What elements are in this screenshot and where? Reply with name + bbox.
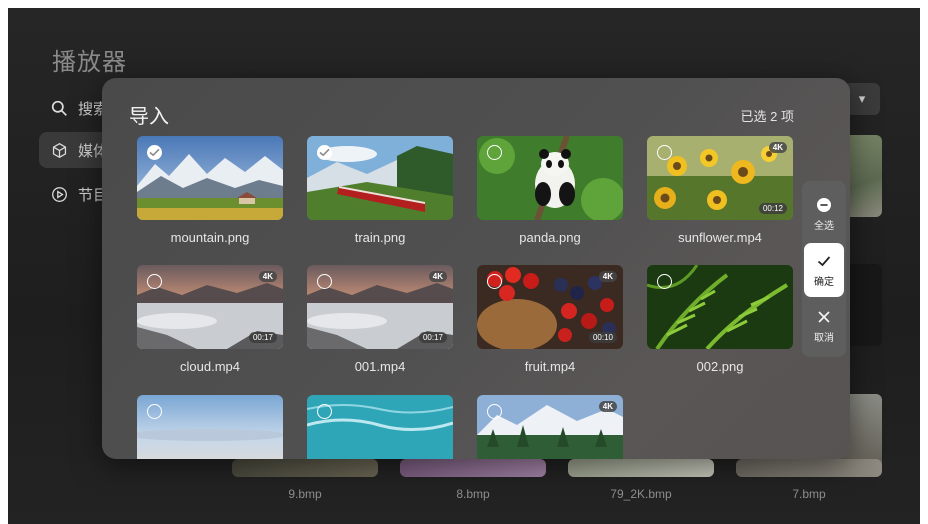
media-tile[interactable]: 4K bbox=[477, 395, 623, 459]
media-filename: 002.png bbox=[696, 359, 744, 374]
media-thumbnail: 4K 00:17 bbox=[137, 265, 283, 349]
media-tile-cloud[interactable]: 4K 00:17 cloud.mp4 bbox=[137, 265, 283, 374]
selection-checkbox[interactable] bbox=[657, 274, 672, 289]
media-filename: train.png bbox=[354, 230, 406, 245]
selection-checkbox[interactable] bbox=[147, 145, 162, 160]
video-duration: 00:17 bbox=[418, 332, 447, 343]
media-filename: 001.mp4 bbox=[354, 359, 406, 374]
resolution-badge: 4K bbox=[258, 271, 277, 282]
background-item-label: 7.bmp bbox=[792, 487, 826, 501]
media-thumbnail bbox=[137, 136, 283, 220]
resolution-badge: 4K bbox=[768, 142, 787, 153]
background-item-label: 79_2K.bmp bbox=[610, 487, 672, 501]
selection-checkbox[interactable] bbox=[317, 404, 332, 419]
media-thumbnail bbox=[477, 136, 623, 220]
selection-checkbox[interactable] bbox=[487, 404, 502, 419]
selection-checkbox[interactable] bbox=[657, 145, 672, 160]
media-tile-sunflower[interactable]: 4K 00:12 sunflower.mp4 bbox=[647, 136, 793, 245]
background-thumbnail bbox=[232, 459, 378, 477]
selection-checkbox[interactable] bbox=[487, 145, 502, 160]
cube-icon bbox=[52, 142, 67, 158]
selection-checkbox[interactable] bbox=[147, 404, 162, 419]
background-item-label: 9.bmp bbox=[288, 487, 322, 501]
resolution-badge: 4K bbox=[598, 271, 617, 282]
selected-count: 已选 2 项 bbox=[740, 109, 794, 124]
media-filename: panda.png bbox=[519, 230, 581, 245]
chevron-down-icon: ▾ bbox=[858, 91, 866, 106]
confirm-button[interactable]: 确定 bbox=[804, 243, 844, 297]
media-filename: mountain.png bbox=[170, 230, 250, 245]
media-thumbnail bbox=[307, 136, 453, 220]
media-tile[interactable] bbox=[137, 395, 283, 459]
select-all-label: 全选 bbox=[814, 220, 834, 232]
media-tile-002[interactable]: 002.png bbox=[647, 265, 793, 374]
media-tile-mountain[interactable]: mountain.png bbox=[137, 136, 283, 245]
search-icon bbox=[51, 100, 67, 116]
play-circle-icon bbox=[52, 186, 67, 202]
app-title: 播放器 bbox=[52, 49, 127, 76]
player-screen: 播放器 搜索 媒体 节目 ▾ 9.bmp 8.bmp 79_2K.bmp 7.b… bbox=[8, 8, 920, 524]
media-thumbnail: 4K 00:12 bbox=[647, 136, 793, 220]
resolution-badge: 4K bbox=[598, 401, 617, 412]
media-tile-train[interactable]: train.png bbox=[307, 136, 453, 245]
media-tile-001[interactable]: 4K 00:17 001.mp4 bbox=[307, 265, 453, 374]
media-filename: fruit.mp4 bbox=[524, 359, 576, 374]
check-icon bbox=[817, 255, 831, 266]
media-thumbnail bbox=[647, 265, 793, 349]
background-thumbnail bbox=[736, 459, 882, 477]
selection-checkbox[interactable] bbox=[317, 274, 332, 289]
action-bar: 全选 确定 取消 bbox=[802, 181, 846, 357]
confirm-label: 确定 bbox=[814, 276, 834, 288]
cancel-label: 取消 bbox=[814, 332, 834, 344]
media-thumbnail: 4K 00:10 bbox=[477, 265, 623, 349]
media-tile[interactable] bbox=[307, 395, 453, 459]
media-thumbnail bbox=[307, 395, 453, 459]
dialog-title: 导入 bbox=[129, 106, 169, 128]
selection-checkbox[interactable] bbox=[147, 274, 162, 289]
video-duration: 00:17 bbox=[248, 332, 277, 343]
media-thumbnail: 4K 00:17 bbox=[307, 265, 453, 349]
media-thumbnail bbox=[137, 395, 283, 459]
background-item-label: 8.bmp bbox=[456, 487, 490, 501]
background-thumbnail bbox=[568, 459, 714, 477]
video-duration: 00:12 bbox=[758, 203, 787, 214]
media-filename: sunflower.mp4 bbox=[678, 230, 762, 245]
media-filename: cloud.mp4 bbox=[180, 359, 240, 374]
minus-circle-icon bbox=[817, 197, 831, 212]
selection-checkbox[interactable] bbox=[487, 274, 502, 289]
select-all-button[interactable]: 全选 bbox=[804, 187, 844, 241]
import-dialog: 导入 已选 2 项 mountain.png train.png panda.p… bbox=[102, 78, 850, 459]
media-thumbnail: 4K bbox=[477, 395, 623, 459]
resolution-badge: 4K bbox=[428, 271, 447, 282]
selection-checkbox[interactable] bbox=[317, 145, 332, 160]
media-tile-fruit[interactable]: 4K 00:10 fruit.mp4 bbox=[477, 265, 623, 374]
video-duration: 00:10 bbox=[588, 332, 617, 343]
media-tile-panda[interactable]: panda.png bbox=[477, 136, 623, 245]
close-icon bbox=[818, 310, 830, 323]
background-thumbnail bbox=[400, 459, 546, 477]
cancel-button[interactable]: 取消 bbox=[804, 299, 844, 353]
